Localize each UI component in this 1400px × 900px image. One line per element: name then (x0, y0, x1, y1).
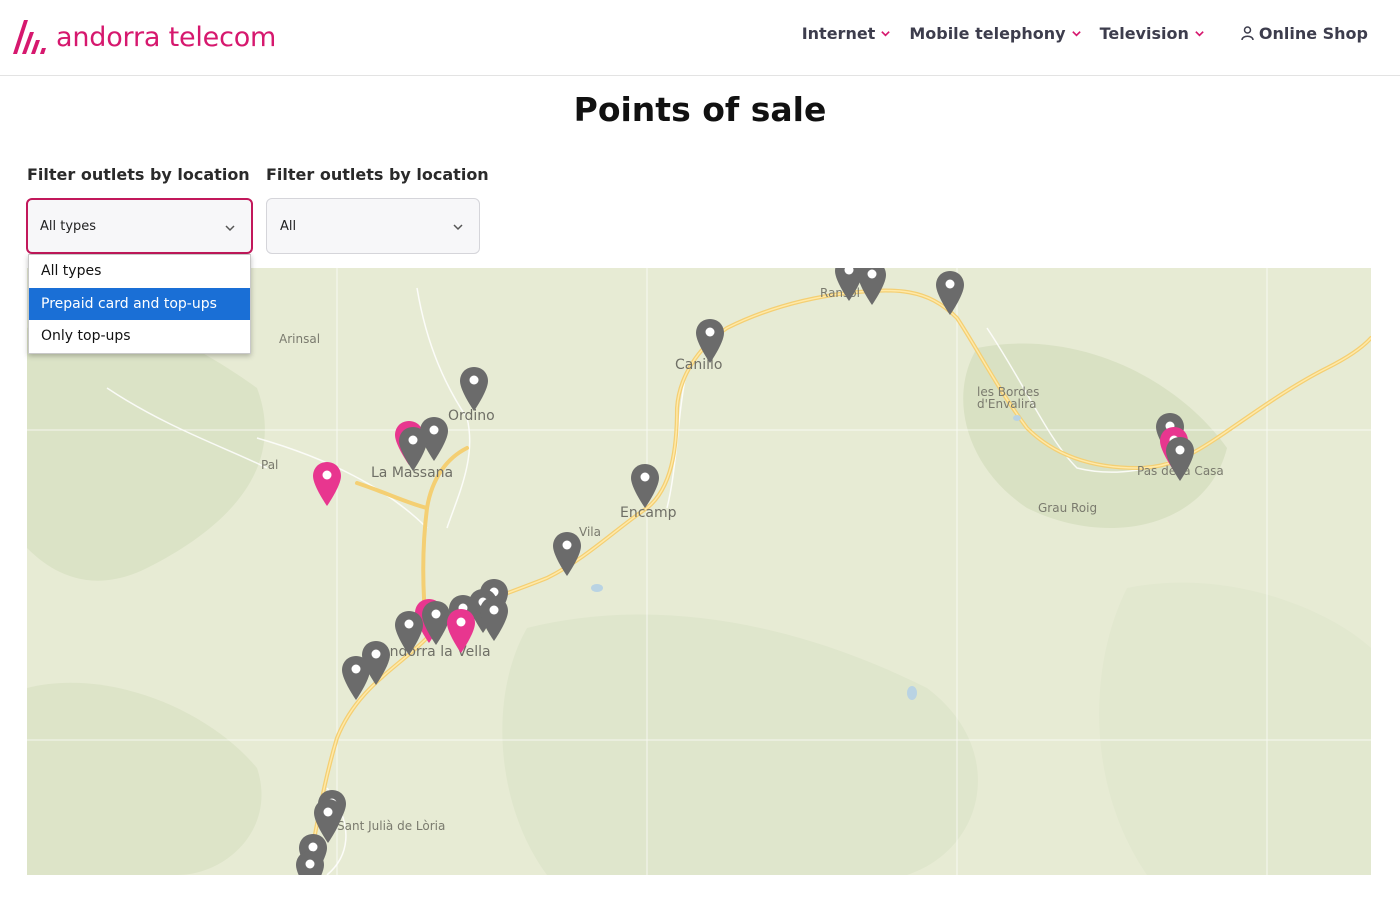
map-pin[interactable] (294, 850, 326, 875)
chevron-down-icon (1071, 31, 1081, 37)
map-pin[interactable] (551, 531, 583, 577)
map-pin-highlighted[interactable] (445, 608, 477, 654)
nav-television[interactable]: Television (1100, 24, 1205, 43)
map-label-grau-roig: Grau Roig (1038, 501, 1098, 515)
dropdown-option-all-types[interactable]: All types (29, 255, 250, 288)
map-pin[interactable] (629, 463, 661, 509)
type-filter-dropdown: All types Prepaid card and top-ups Only … (28, 254, 251, 354)
map-label-arinsal: Arinsal (279, 332, 321, 346)
type-filter-label: Filter outlets by location (27, 165, 250, 184)
dropdown-option-only-topups[interactable]: Only top-ups (29, 320, 250, 353)
location-filter-label: Filter outlets by location (266, 165, 489, 184)
nav-online-shop[interactable]: Online Shop (1241, 24, 1368, 43)
brand-logo[interactable]: andorra telecom (10, 14, 276, 60)
map-pin[interactable] (458, 366, 490, 412)
chevron-down-icon (1195, 31, 1204, 37)
map-label-pal: Pal (261, 458, 279, 472)
chevron-down-icon (881, 31, 891, 37)
map-pin[interactable] (856, 268, 888, 306)
dropdown-option-prepaid[interactable]: Prepaid card and top-ups (29, 287, 250, 320)
nav-mobile-label: Mobile telephony (909, 24, 1066, 43)
points-of-sale-map[interactable]: Arinsal Pal Ordino La Massana Canillo Ra… (27, 268, 1371, 875)
page-title: Points of sale (573, 90, 827, 129)
brand-name: andorra telecom (56, 21, 277, 53)
location-filter-value: All (280, 218, 297, 234)
nav-online-shop-label: Online Shop (1258, 24, 1368, 43)
map-pin[interactable] (934, 270, 966, 316)
map-pin[interactable] (340, 655, 372, 701)
nav-mobile-telephony[interactable]: Mobile telephony (909, 24, 1081, 43)
nav-internet[interactable]: Internet (802, 24, 892, 43)
user-icon (1241, 26, 1254, 41)
main-nav: Internet Mobile telephony Television Onl… (784, 24, 1368, 43)
map-pin-highlighted[interactable] (311, 461, 343, 507)
type-filter-value: All types (40, 218, 97, 234)
nav-television-label: Television (1099, 24, 1189, 43)
map-label-envalira: d'Envalira (977, 397, 1037, 411)
map-label-sant-julia: Sant Julià de Lòria (337, 819, 446, 833)
chevron-down-icon (225, 225, 235, 232)
nav-internet-label: Internet (801, 24, 876, 43)
map-pin[interactable] (1164, 436, 1196, 482)
type-filter-select[interactable]: All types (26, 198, 253, 254)
brand-logo-icon (13, 20, 46, 54)
map-pin[interactable] (397, 426, 429, 472)
location-filter-select[interactable]: All (266, 198, 480, 254)
site-header: andorra telecom Internet Mobile telephon… (0, 0, 1400, 76)
map-pin[interactable] (478, 596, 510, 642)
map-pin[interactable] (393, 610, 425, 656)
chevron-down-icon (453, 224, 463, 231)
map-pin[interactable] (694, 318, 726, 364)
